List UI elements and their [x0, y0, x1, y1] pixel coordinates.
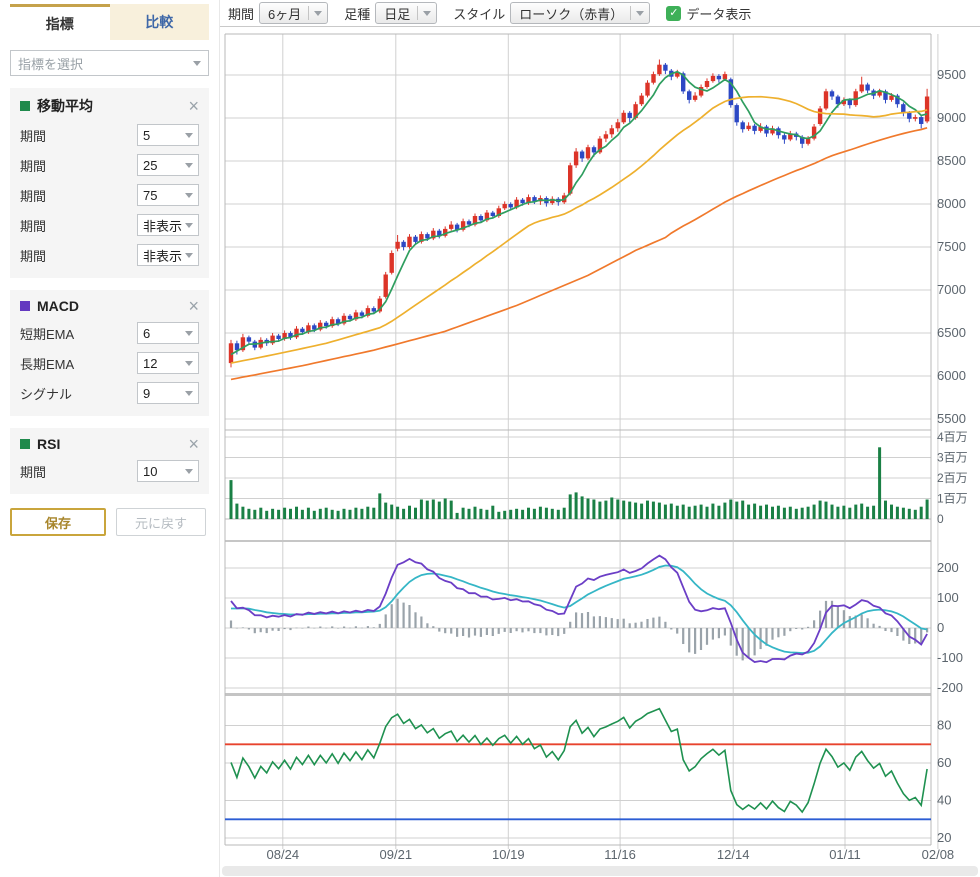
price-axis-label: 7000 — [937, 282, 966, 297]
ma-period-2-select[interactable]: 25 — [137, 154, 199, 176]
section-moving-average: 移動平均 × 期間 5 期間 25 期間 75 期間 非表示 期間 非表示 — [10, 88, 209, 278]
param-label: 期間 — [20, 216, 46, 235]
candles-layer — [229, 60, 930, 368]
param-label: 短期EMA — [20, 324, 74, 343]
indicator-sidebar: 指標 比較 指標を選択 移動平均 × 期間 5 期間 25 期間 75 期間 非… — [0, 0, 220, 877]
volume-axis-label: 3百万 — [937, 451, 968, 465]
param-label: 期間 — [20, 156, 46, 175]
x-axis-label: 08/24 — [267, 847, 300, 862]
volume-axis-label: 1百万 — [937, 492, 968, 506]
x-axis-label: 11/16 — [604, 847, 636, 862]
x-axis-label: 09/21 — [380, 847, 413, 862]
param-label: 期間 — [20, 246, 46, 265]
macd-slow-select[interactable]: 12 — [137, 352, 199, 374]
chevron-down-icon — [185, 361, 193, 366]
rsi-color-swatch — [20, 439, 30, 449]
ma-period-4-select[interactable]: 非表示 — [137, 214, 199, 236]
x-axis-label: 10/19 — [492, 847, 525, 862]
stock-chart-app: 指標 比較 指標を選択 移動平均 × 期間 5 期間 25 期間 75 期間 非… — [0, 0, 980, 877]
chevron-down-icon — [185, 469, 193, 474]
chevron-down-icon — [193, 61, 201, 66]
close-icon[interactable]: × — [188, 99, 199, 113]
volume-axis-label: 0 — [937, 512, 944, 526]
chevron-down-icon — [185, 253, 193, 258]
price-axis-label: 9000 — [937, 110, 966, 125]
section-title: RSI — [37, 436, 188, 452]
chevron-down-icon — [185, 391, 193, 396]
reset-button[interactable]: 元に戻す — [116, 508, 206, 536]
chart-svg[interactable]: 08/24 09/21 10/19 11/16 12/14 01/11 02/08 9500 9… — [220, 0, 980, 877]
indicator-select-dropdown[interactable]: 指標を選択 — [10, 50, 209, 76]
rsi-panel: 80 60 40 20 — [225, 718, 951, 846]
rsi-axis-label: 40 — [937, 793, 951, 808]
ma-period-5-select[interactable]: 非表示 — [137, 244, 199, 266]
ma5-line — [231, 72, 927, 355]
chart-area[interactable]: 08/24 09/21 10/19 11/16 12/14 01/11 02/08 9500 9… — [220, 0, 980, 877]
close-icon[interactable]: × — [188, 437, 199, 451]
price-axis-label: 9500 — [937, 67, 966, 82]
price-axis-label: 5500 — [937, 411, 966, 426]
chart-scrollbar — [222, 866, 978, 876]
section-macd: MACD × 短期EMA 6 長期EMA 12 シグナル 9 — [10, 290, 209, 416]
macd-fast-select[interactable]: 6 — [137, 322, 199, 344]
macd-color-swatch — [20, 301, 30, 311]
tab-compare[interactable]: 比較 — [110, 4, 210, 40]
chevron-down-icon — [185, 193, 193, 198]
section-rsi: RSI × 期間 10 — [10, 428, 209, 494]
rsi-axis-label: 60 — [937, 755, 951, 770]
price-axis-label: 6500 — [937, 325, 966, 340]
rsi-axis-label: 80 — [937, 718, 951, 733]
macd-line — [231, 556, 927, 663]
indicator-select-placeholder: 指標を選択 — [18, 54, 83, 73]
tab-indicators[interactable]: 指標 — [10, 4, 110, 40]
chevron-down-icon — [185, 223, 193, 228]
macd-signal-line — [231, 566, 927, 654]
macd-axis-label: 200 — [937, 560, 959, 575]
param-label: 長期EMA — [20, 354, 74, 373]
price-axis-label: 6000 — [937, 368, 966, 383]
macd-histogram — [230, 599, 928, 661]
chevron-down-icon — [185, 163, 193, 168]
macd-axis-label: -200 — [937, 680, 963, 695]
ma25-line — [231, 97, 927, 363]
x-axis-label: 02/08 — [922, 847, 955, 862]
price-axis-label: 7500 — [937, 239, 966, 254]
sidebar-tabs: 指標 比較 — [10, 4, 209, 40]
ma75-line — [231, 128, 927, 380]
close-icon[interactable]: × — [188, 299, 199, 313]
param-label: 期間 — [20, 462, 46, 481]
param-label: シグナル — [20, 384, 72, 403]
ma-period-3-select[interactable]: 75 — [137, 184, 199, 206]
volume-axis-label: 4百万 — [937, 430, 968, 444]
ma-period-1-select[interactable]: 5 — [137, 124, 199, 146]
param-label: 期間 — [20, 126, 46, 145]
section-title: 移動平均 — [37, 96, 188, 116]
rsi-line — [231, 709, 927, 812]
rsi-period-select[interactable]: 10 — [137, 460, 199, 482]
price-axis-label: 8500 — [937, 153, 966, 168]
ma-color-swatch — [20, 101, 30, 111]
section-title: MACD — [37, 298, 188, 314]
macd-axis-label: 0 — [937, 620, 944, 635]
param-label: 期間 — [20, 186, 46, 205]
chevron-down-icon — [185, 331, 193, 336]
price-axis-label: 8000 — [937, 196, 966, 211]
macd-axis-label: 100 — [937, 590, 959, 605]
x-gridlines: 08/24 09/21 10/19 11/16 12/14 01/11 02/08 — [267, 34, 955, 862]
volume-bars — [230, 447, 929, 519]
save-button[interactable]: 保存 — [10, 508, 106, 536]
rsi-axis-label: 20 — [937, 830, 951, 845]
x-axis-label: 01/11 — [829, 847, 861, 862]
chevron-down-icon — [185, 133, 193, 138]
macd-signal-select[interactable]: 9 — [137, 382, 199, 404]
x-axis-label: 12/14 — [717, 847, 750, 862]
macd-axis-label: -100 — [937, 650, 963, 665]
volume-axis-label: 2百万 — [937, 471, 968, 485]
